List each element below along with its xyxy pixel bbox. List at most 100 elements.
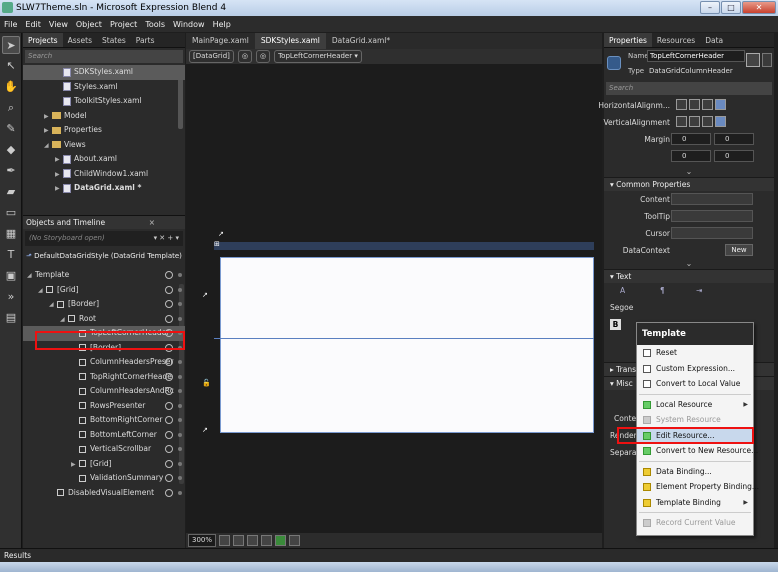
visibility-eye-icon[interactable] [165,271,173,279]
text-section-header[interactable]: ▾ Text [604,269,774,283]
tab-properties[interactable]: Properties [604,33,652,47]
lock-toggle-icon[interactable] [178,360,182,364]
align-right-icon[interactable] [702,99,713,110]
expand-arrow-icon[interactable]: ▶ [55,153,63,168]
lock-toggle-icon[interactable] [178,403,182,408]
rectangle-tool-icon[interactable]: ▭ [2,204,20,222]
lock-icon[interactable]: 🔓 [202,379,211,387]
project-tree-item[interactable]: ▶ ChildWindow1.xaml [23,167,185,182]
context-menu-item-convert-to-local-value[interactable]: Convert to Local Value [637,376,753,392]
menu-view[interactable]: View [49,20,68,29]
storyboard-selector[interactable]: (No Storyboard open) ▾ ✕ + ▾ [25,231,183,246]
grid-toggle-icon[interactable] [233,535,245,546]
layout-panel-tool-icon[interactable]: ▦ [2,225,20,243]
project-tree-item[interactable]: ToolkitStyles.xaml [23,94,185,109]
properties-view-icon[interactable] [746,53,760,67]
breadcrumb-step-icon[interactable]: ◎ [237,50,252,63]
common-properties-header[interactable]: ▾ Common Properties [604,177,774,191]
align-stretch-icon[interactable] [715,99,726,110]
visibility-eye-icon[interactable] [165,488,173,497]
element-tree-item[interactable]: RowsPresenter [23,399,185,414]
tab-data[interactable]: Data [700,33,728,47]
visibility-eye-icon[interactable] [165,358,173,366]
element-tree-item[interactable]: ColumnHeadersAndRc [23,384,185,399]
eyedropper-tool-icon[interactable]: ✎ [2,120,20,138]
expand-arrow-icon[interactable]: ▶ [71,458,79,473]
pan-tool-icon[interactable]: ✋ [2,78,20,96]
visibility-eye-icon[interactable] [165,300,173,308]
lock-toggle-icon[interactable] [178,287,182,292]
resize-handle-icon[interactable]: ↗ [218,230,226,238]
project-search-input[interactable]: Search [25,50,183,63]
element-tree-item[interactable]: BottomLeftCorner [23,428,185,443]
assets-tool-icon[interactable]: » [2,288,20,306]
new-datacontext-button[interactable]: New [725,244,753,256]
element-tree-item[interactable]: ◢ [Border] [23,297,185,312]
close-button[interactable]: ✕ [742,1,776,14]
pen-tool-icon[interactable]: ✒ [2,162,20,180]
expand-arrow-icon[interactable]: ◢ [38,284,46,299]
element-tree-item[interactable]: DisabledVisualElement [23,486,185,501]
breadcrumb-element[interactable]: TopLeftCornerHeader ▾ [274,50,362,63]
lock-toggle-icon[interactable] [178,447,182,451]
font-family-field[interactable]: Segoe [610,303,633,312]
context-menu-item-local-resource[interactable]: Local Resource ▶ [637,397,753,413]
context-menu-item-data-binding[interactable]: Data Binding... [637,464,753,480]
zoom-tool-icon[interactable]: ⌕ [2,99,20,117]
lock-toggle-icon[interactable] [178,476,182,480]
element-tree-item[interactable]: ColumnHeadersPreser [23,355,185,370]
lock-toggle-icon[interactable] [178,432,182,437]
project-tree-item[interactable]: ▶ DataGrid.xaml * [23,181,185,196]
doc-tab-sdkstyles-xaml[interactable]: SDKStyles.xaml [254,33,326,49]
menu-tools[interactable]: Tools [145,20,165,29]
expand-arrow-icon[interactable]: ◢ [60,313,68,328]
template-scope[interactable]: ⬏ DefaultDataGridStyle (DataGrid Templat… [23,248,185,264]
visibility-eye-icon[interactable] [165,430,173,439]
element-tree-item[interactable]: ValidationSummary [23,471,185,486]
breadcrumb-step-icon-2[interactable]: ◎ [255,50,271,63]
menu-window[interactable]: Window [173,20,205,29]
visibility-eye-icon[interactable] [165,285,173,294]
align-left-icon[interactable] [676,99,687,110]
expand-arrow-icon[interactable]: ▶ [44,124,52,139]
cursor-select[interactable] [671,227,753,239]
project-tree-item[interactable]: ▶ Properties [23,123,185,138]
tab-parts[interactable]: Parts [131,33,160,47]
paint-bucket-tool-icon[interactable]: ◆ [2,141,20,159]
project-tree-item[interactable]: SDKStyles.xaml [23,65,185,80]
effects-toggle-icon[interactable] [275,535,287,546]
expand-layout-icon[interactable]: ⌄ [604,167,774,177]
expand-arrow-icon[interactable]: ▶ [55,182,63,197]
annotations-icon[interactable] [289,535,301,546]
element-tree-item[interactable]: ▶ [Grid] [23,457,185,472]
resize-handle-bottom-icon[interactable]: ↗ [202,426,210,434]
grid-adorner-icon[interactable]: ⊞ [214,240,222,248]
project-tree-item[interactable]: ▶ About.xaml [23,152,185,167]
selection-tool-icon[interactable]: ➤ [2,36,20,54]
grid-tool-icon[interactable]: ▤ [2,309,20,327]
align-center-icon[interactable] [689,99,700,110]
visibility-eye-icon[interactable] [165,459,173,468]
lock-toggle-icon[interactable] [178,389,182,393]
properties-search-input[interactable]: Search [606,82,772,95]
context-menu-item-reset[interactable]: Reset [637,345,753,361]
project-tree-item[interactable]: ▶ Model [23,109,185,124]
tooltip-field[interactable] [671,210,753,222]
lock-toggle-icon[interactable] [178,490,182,495]
content-field[interactable] [671,193,753,205]
context-menu-item-convert-to-new-resource[interactable]: Convert to New Resource... [637,443,758,459]
menu-edit[interactable]: Edit [25,20,41,29]
lock-toggle-icon[interactable] [178,374,182,379]
menu-help[interactable]: Help [213,20,231,29]
lock-toggle-icon[interactable] [178,273,182,277]
events-view-icon[interactable] [762,53,772,67]
doc-tab-datagrid-xaml[interactable]: DataGrid.xaml* [326,33,396,49]
expand-arrow-icon[interactable]: ◢ [27,269,35,284]
margin-top-field[interactable]: 0 [671,150,711,162]
resize-handle-left-icon[interactable]: ↗ [202,291,210,299]
indent-tab-icon[interactable]: ⇥ [696,286,702,295]
minimize-button[interactable]: – [700,1,720,14]
project-tree-item[interactable]: Styles.xaml [23,80,185,95]
menu-object[interactable]: Object [76,20,102,29]
visibility-eye-icon[interactable] [165,401,173,410]
